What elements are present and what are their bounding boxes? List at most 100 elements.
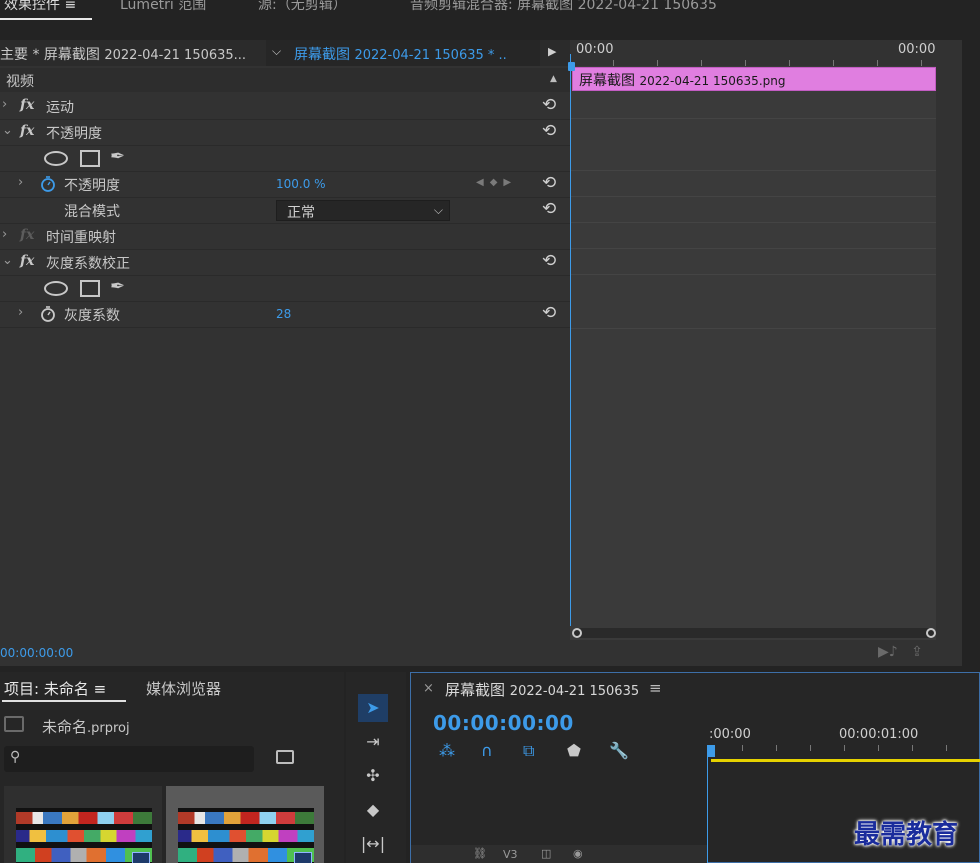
- tab-source[interactable]: 源:（无剪辑）: [258, 0, 347, 14]
- chevron-right-icon[interactable]: ›: [2, 227, 7, 242]
- param-row-gamma[interactable]: › 灰度系数 28 ⟲: [0, 302, 570, 328]
- project-item-thumbnail[interactable]: [4, 786, 162, 863]
- fx-icon[interactable]: fx: [20, 253, 34, 269]
- playhead-handle[interactable]: [568, 62, 575, 71]
- ripple-edit-icon[interactable]: ✣: [358, 762, 388, 790]
- effect-row-time-remap[interactable]: › fx 时间重映射: [0, 224, 570, 250]
- work-area-bar[interactable]: [711, 759, 980, 762]
- pen-mask-icon[interactable]: ✒: [110, 276, 125, 297]
- sequence-badge-icon: [294, 852, 312, 863]
- scroll-handle-right[interactable]: [926, 628, 936, 638]
- play-triangle-icon[interactable]: ▶: [548, 45, 556, 58]
- nest-icon[interactable]: ⁂: [439, 741, 455, 760]
- zoom-scrollbar[interactable]: [572, 628, 936, 638]
- effect-row-opacity[interactable]: ⌄ fx 不透明度 ⟲: [0, 120, 570, 146]
- marker-icon[interactable]: ⬟: [567, 741, 581, 760]
- blend-mode-select[interactable]: 正常 ⌵: [276, 200, 450, 221]
- sync-lock-icon[interactable]: ⛓: [473, 847, 487, 860]
- slip-icon[interactable]: |↔|: [358, 830, 388, 858]
- current-timecode[interactable]: 00:00:00:00: [0, 646, 73, 660]
- pen-mask-icon[interactable]: ✒: [110, 146, 125, 167]
- effect-controls-properties: 主要 * 屏幕截图 2022-04-21 150635... ⌵ 屏幕截图 20…: [0, 40, 570, 640]
- razor-icon[interactable]: ◆: [358, 796, 388, 824]
- clip-bar[interactable]: 屏幕截图 2022-04-21 150635.png: [572, 67, 936, 91]
- play-audio-icon[interactable]: ▶♪: [878, 644, 898, 660]
- playhead-line[interactable]: [707, 757, 708, 863]
- ruler-end-label: 00:00: [898, 42, 936, 57]
- chevron-right-icon[interactable]: ›: [2, 97, 7, 112]
- selection-tool-icon[interactable]: ➤: [358, 694, 388, 722]
- scroll-handle-left[interactable]: [572, 628, 582, 638]
- wrench-icon[interactable]: 🔧: [609, 741, 629, 760]
- tab-audio-clip-mixer[interactable]: 音频剪辑混合器: 屏幕截图 2022-04-21 150635: [410, 0, 717, 14]
- fx-icon[interactable]: fx: [20, 97, 34, 113]
- active-tab-underline: [0, 18, 92, 20]
- tab-project[interactable]: 项目: 未命名 ≡: [4, 678, 106, 699]
- sequence-badge-icon: [132, 852, 150, 863]
- opacity-value[interactable]: 100.0 %: [276, 177, 326, 191]
- chevron-down-icon[interactable]: ⌄: [2, 253, 13, 268]
- effect-row-gamma[interactable]: ⌄ fx 灰度系数校正 ⟲: [0, 250, 570, 276]
- param-row-blend-mode: 混合模式 正常 ⌵ ⟲: [0, 198, 570, 224]
- mask-tools-row: ✒: [0, 276, 570, 302]
- project-search-input[interactable]: ⚲: [4, 746, 254, 772]
- new-search-bin-icon[interactable]: [276, 750, 294, 764]
- ruler-start-label: 00:00: [576, 42, 614, 57]
- tab-effect-controls[interactable]: 效果控件 ≡: [4, 0, 76, 14]
- export-icon[interactable]: ⇪: [911, 644, 923, 660]
- reset-icon[interactable]: ⟲: [542, 95, 556, 115]
- ellipse-mask-icon[interactable]: [44, 281, 68, 296]
- stopwatch-icon[interactable]: [40, 305, 56, 323]
- effect-name: 不透明度: [46, 126, 102, 142]
- ruler-ticks: [709, 745, 979, 751]
- stopwatch-icon[interactable]: [40, 175, 56, 193]
- sequence-timecode[interactable]: 00:00:00:00: [433, 711, 574, 735]
- sequence-clip-dropdown[interactable]: ⌵ 屏幕截图 2022-04-21 150635 * ..: [266, 40, 540, 66]
- track-select-icon[interactable]: ⇥: [358, 728, 388, 756]
- reset-icon[interactable]: ⟲: [542, 121, 556, 141]
- project-item-thumbnail[interactable]: [166, 786, 324, 863]
- panel-menu-icon[interactable]: ≡: [649, 679, 662, 697]
- track-label: V3: [503, 848, 518, 861]
- chevron-down-icon[interactable]: ⌄: [2, 123, 13, 138]
- panel-menu-icon[interactable]: ≡: [94, 680, 107, 698]
- gamma-value[interactable]: 28: [276, 307, 291, 321]
- clip-thumbnail-image: [178, 808, 314, 863]
- snap-icon[interactable]: ∩: [481, 741, 493, 760]
- row-divider: [570, 196, 936, 197]
- rectangle-mask-icon[interactable]: [80, 150, 100, 167]
- toggle-output-icon[interactable]: ◫: [541, 847, 551, 860]
- playhead-handle[interactable]: [707, 745, 715, 757]
- reset-icon[interactable]: ⟲: [542, 303, 556, 323]
- master-clip-label[interactable]: 主要 * 屏幕截图 2022-04-21 150635...: [0, 44, 246, 64]
- time-ruler[interactable]: 00:00 00:00: [570, 40, 936, 66]
- video-section-header: 视频 ▲: [0, 68, 570, 92]
- section-label: 视频: [6, 74, 34, 90]
- effect-controls-footer: 00:00:00:00 ▶♪ ⇪: [0, 640, 962, 666]
- track-header-v3[interactable]: ⛓ V3 ◫ ◉: [411, 845, 707, 863]
- sequence-tab-title[interactable]: 屏幕截图 2022-04-21 150635: [445, 679, 639, 700]
- collapse-up-icon[interactable]: ▲: [550, 74, 557, 84]
- effect-row-motion[interactable]: › fx 运动 ⟲: [0, 94, 570, 120]
- chevron-right-icon[interactable]: ›: [18, 175, 23, 190]
- row-divider: [570, 118, 936, 119]
- rectangle-mask-icon[interactable]: [80, 280, 100, 297]
- row-divider: [570, 248, 936, 249]
- fx-icon[interactable]: fx: [20, 123, 34, 139]
- reset-icon[interactable]: ⟲: [542, 173, 556, 193]
- reset-icon[interactable]: ⟲: [542, 199, 556, 219]
- tab-lumetri-scopes[interactable]: Lumetri 范围: [120, 0, 206, 14]
- tab-media-browser[interactable]: 媒体浏览器: [146, 678, 221, 699]
- reset-icon[interactable]: ⟲: [542, 251, 556, 271]
- playhead-line[interactable]: [568, 54, 575, 626]
- row-divider: [570, 328, 936, 329]
- ellipse-mask-icon[interactable]: [44, 151, 68, 166]
- panel-menu-icon[interactable]: ≡: [64, 0, 76, 13]
- row-divider: [570, 222, 936, 223]
- param-row-opacity[interactable]: › 不透明度 100.0 % ◀◆▶ ⟲: [0, 172, 570, 198]
- keyframe-navigator[interactable]: ◀◆▶: [476, 177, 517, 188]
- close-icon[interactable]: ×: [423, 681, 434, 696]
- chevron-right-icon[interactable]: ›: [18, 305, 23, 320]
- eye-icon[interactable]: ◉: [573, 847, 583, 860]
- linked-selection-icon[interactable]: ⧉: [523, 741, 534, 761]
